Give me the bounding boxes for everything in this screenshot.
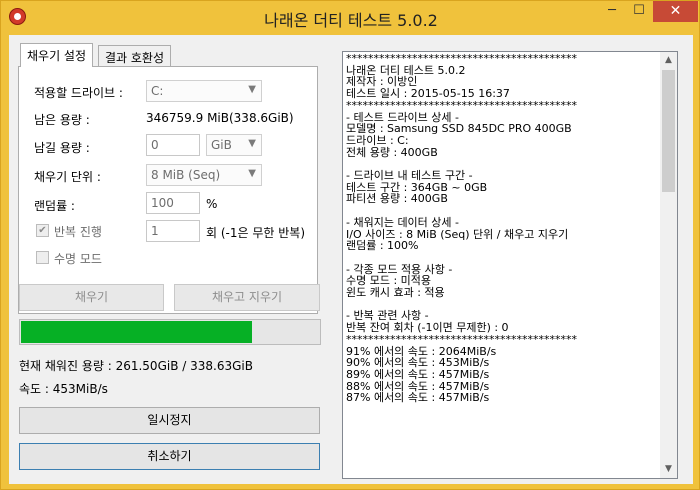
speed-status: 속도 : 453MiB/s — [19, 382, 108, 396]
app-window: 나래온 더티 테스트 5.0.2 ─ ☐ ✕ 채우기 설정 결과 호환성 적용할… — [0, 0, 700, 490]
fill-button[interactable]: 채우기 — [19, 284, 164, 311]
fill-unit-value: 8 MiB (Seq) — [151, 168, 221, 182]
leave-space-label: 남길 용량 : — [34, 141, 90, 155]
scroll-thumb[interactable] — [662, 70, 675, 192]
minimize-button[interactable]: ─ — [598, 1, 626, 22]
repeat-label: 반복 진행 — [54, 225, 102, 239]
close-button[interactable]: ✕ — [653, 1, 698, 22]
random-rate-input[interactable]: 100 — [146, 192, 200, 214]
drive-label: 적용할 드라이브 : — [34, 86, 123, 100]
repeat-hint: 회 (-1은 무한 반복) — [206, 226, 306, 240]
free-space-label: 남은 용량 : — [34, 113, 90, 127]
fill-unit-select[interactable]: 8 MiB (Seq) ▼ — [146, 164, 262, 186]
log-line: 드라이브 : C: — [346, 133, 409, 147]
life-mode-checkbox[interactable] — [36, 251, 49, 264]
log-line: - 드라이브 내 테스트 구간 - — [346, 169, 473, 183]
drive-value: C: — [151, 84, 164, 98]
free-space-value: 346759.9 MiB(338.6GiB) — [146, 111, 294, 125]
title-bar[interactable]: 나래온 더티 테스트 5.0.2 ─ ☐ ✕ — [1, 1, 700, 33]
log-line: ****************************************… — [346, 52, 577, 65]
tab-fill-settings[interactable]: 채우기 설정 — [20, 43, 94, 67]
log-line: 전체 용량 : 400GB — [346, 145, 438, 159]
log-line: 윈도 캐시 효과 : 적용 — [346, 286, 445, 300]
leave-unit-select[interactable]: GiB ▼ — [206, 134, 262, 156]
repeat-checkbox[interactable]: ✔ — [36, 224, 49, 237]
log-line: 89% 에서의 속도 : 457MiB/s — [346, 367, 490, 381]
fill-unit-label: 채우기 단위 : — [34, 170, 101, 184]
cancel-button[interactable]: 취소하기 — [19, 443, 320, 470]
chevron-down-icon: ▼ — [248, 168, 256, 179]
log-line: ****************************************… — [346, 332, 577, 346]
chevron-down-icon: ▼ — [248, 84, 256, 95]
log-line: - 채워지는 데이터 상세 - — [346, 215, 460, 229]
scroll-up-icon[interactable]: ▲ — [660, 52, 677, 69]
leave-space-input[interactable]: 0 — [146, 134, 200, 156]
progress-bar — [19, 319, 321, 345]
scroll-down-icon[interactable]: ▼ — [660, 461, 677, 478]
leave-unit-value: GiB — [211, 138, 232, 152]
log-scrollbar[interactable]: ▲ ▼ — [660, 52, 677, 478]
progress-fill — [21, 321, 252, 343]
log-lines: ****************************************… — [344, 53, 658, 404]
pause-button[interactable]: 일시정지 — [19, 407, 320, 434]
log-line: 랜덤률 : 100% — [346, 239, 419, 253]
random-rate-label: 랜덤률 : — [34, 199, 75, 213]
log-line: ****************************************… — [346, 98, 577, 112]
tab-result-compat[interactable]: 결과 호환성 — [98, 45, 172, 67]
chevron-down-icon: ▼ — [248, 138, 256, 149]
drive-select[interactable]: C: ▼ — [146, 80, 262, 102]
filled-status: 현재 채워진 용량 : 261.50GiB / 338.63GiB — [19, 359, 253, 373]
log-textarea[interactable]: ****************************************… — [342, 51, 678, 479]
window-title: 나래온 더티 테스트 5.0.2 — [264, 11, 438, 30]
repeat-count-input[interactable]: 1 — [146, 220, 200, 242]
log-line: 87% 에서의 속도 : 457MiB/s — [346, 391, 490, 405]
fill-settings-panel: 적용할 드라이브 : C: ▼ 남은 용량 : 346759.9 MiB(338… — [18, 66, 318, 314]
life-mode-label: 수명 모드 — [54, 252, 102, 266]
maximize-button[interactable]: ☐ — [625, 1, 653, 22]
log-line: 파티션 용량 : 400GB — [346, 192, 448, 206]
fill-erase-button[interactable]: 채우고 지우기 — [174, 284, 320, 311]
random-rate-unit: % — [206, 197, 218, 211]
client-area: 채우기 설정 결과 호환성 적용할 드라이브 : C: ▼ 남은 용량 : 34… — [9, 35, 693, 484]
